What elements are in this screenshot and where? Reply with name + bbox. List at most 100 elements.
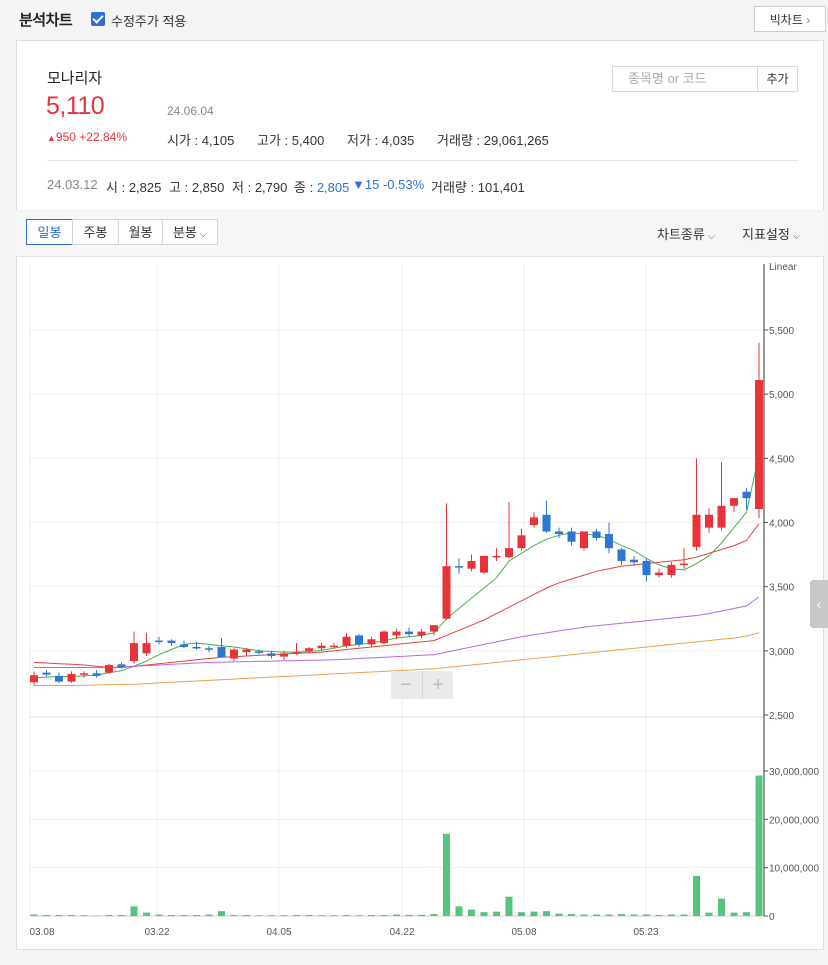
x-tick-label: 04.22	[389, 927, 414, 938]
volume-tick-label: 30,000,000	[769, 767, 819, 778]
volume-bar	[105, 915, 113, 916]
candle-up	[417, 631, 426, 636]
volume-bar	[130, 906, 138, 916]
volume-bar	[730, 912, 738, 916]
stock-chart[interactable]: Linear 5,500 5,000 4,500 4,000 3,500 3,000 2,50…	[0, 0, 828, 965]
volume-bar	[430, 914, 438, 916]
volume-bar	[630, 914, 638, 916]
price-tick-label: 4,500	[769, 454, 794, 465]
candle-down	[405, 631, 413, 635]
candle-up	[655, 572, 663, 576]
candle-up	[342, 636, 351, 646]
candle-up	[430, 625, 438, 632]
volume-bar	[368, 915, 375, 916]
candle-up	[67, 673, 76, 682]
volume-bar	[505, 896, 513, 916]
candle-up	[667, 564, 676, 576]
volume-bar	[418, 914, 425, 916]
candle-up	[730, 498, 738, 506]
candle-up	[130, 643, 138, 662]
volume-bar	[668, 914, 675, 916]
zoom-in-button[interactable]: +	[422, 671, 453, 699]
volume-bar	[318, 915, 325, 916]
zoom-controls: − +	[391, 671, 453, 699]
candle-up	[380, 631, 388, 644]
x-tick-label: 04.05	[266, 927, 291, 938]
volume-bar	[155, 914, 163, 916]
volume-bar	[218, 911, 225, 916]
candle-down	[567, 531, 576, 542]
candle-up	[80, 673, 88, 675]
volume-bar	[118, 915, 125, 916]
x-tick-label: 05.23	[633, 927, 658, 938]
volume-bar	[330, 915, 338, 916]
volume-bar	[268, 915, 275, 916]
candle-down	[192, 646, 201, 649]
volume-bar	[680, 914, 688, 916]
candle-up	[30, 675, 38, 683]
candle-up	[505, 548, 513, 558]
candle-up	[230, 649, 238, 659]
volume-bar	[230, 915, 238, 916]
volume-bar	[493, 911, 500, 916]
candle-down	[605, 534, 613, 549]
price-tick-label: 2,500	[769, 711, 794, 722]
candle-up	[280, 653, 288, 657]
candle-down	[630, 559, 638, 563]
volume-bar	[255, 915, 263, 916]
candle-up	[517, 535, 526, 549]
volume-bar	[30, 914, 38, 916]
volume-bar	[355, 915, 363, 916]
candle-down	[542, 514, 551, 532]
volume-bar	[580, 914, 588, 916]
candle-up	[105, 664, 113, 673]
volume-bar	[718, 898, 725, 916]
candle-up	[142, 643, 151, 654]
volume-bar	[205, 914, 213, 916]
volume-bar	[405, 914, 413, 916]
volume-bar	[280, 915, 288, 916]
price-tick-label: 5,000	[769, 390, 794, 401]
volume-bar	[305, 915, 313, 916]
candle-down	[355, 635, 363, 645]
candle-down	[217, 646, 226, 658]
price-tick-label: 3,000	[769, 647, 794, 658]
candle-up	[755, 380, 763, 510]
candle-down	[642, 561, 651, 576]
volume-bar	[593, 914, 600, 916]
candle-up	[680, 563, 688, 566]
candle-up	[480, 555, 488, 573]
volume-bar	[393, 914, 400, 916]
volume-bar	[605, 914, 613, 916]
volume-bar	[655, 915, 663, 916]
volume-bar	[193, 915, 200, 916]
volume-bar	[55, 915, 63, 916]
candle-up	[580, 531, 588, 549]
volume-bar	[755, 775, 763, 916]
candle-up	[717, 505, 726, 528]
candle-down	[92, 673, 101, 676]
volume-bar	[180, 915, 188, 916]
volume-bar	[468, 909, 475, 916]
volume-bar	[530, 911, 538, 916]
candle-down	[55, 675, 63, 682]
candle-up	[442, 566, 451, 619]
volume-bar	[380, 915, 388, 916]
candle-up	[530, 517, 538, 526]
candle-up	[242, 649, 251, 653]
candle-down	[205, 648, 213, 650]
volume-bar	[43, 915, 50, 916]
volume-bar	[705, 912, 713, 916]
zoom-out-button[interactable]: −	[391, 671, 421, 699]
candle-up	[492, 555, 501, 558]
volume-tick-label: 20,000,000	[769, 815, 819, 826]
x-tick-label: 05.08	[511, 927, 536, 938]
scale-label: Linear	[769, 262, 797, 273]
side-panel-handle[interactable]: ‹	[810, 580, 828, 628]
volume-bar	[68, 915, 75, 916]
candle-up	[305, 648, 313, 651]
candle-down	[42, 672, 51, 675]
candle-down	[267, 653, 276, 656]
volume-bar	[518, 912, 525, 916]
candle-up	[367, 639, 376, 645]
